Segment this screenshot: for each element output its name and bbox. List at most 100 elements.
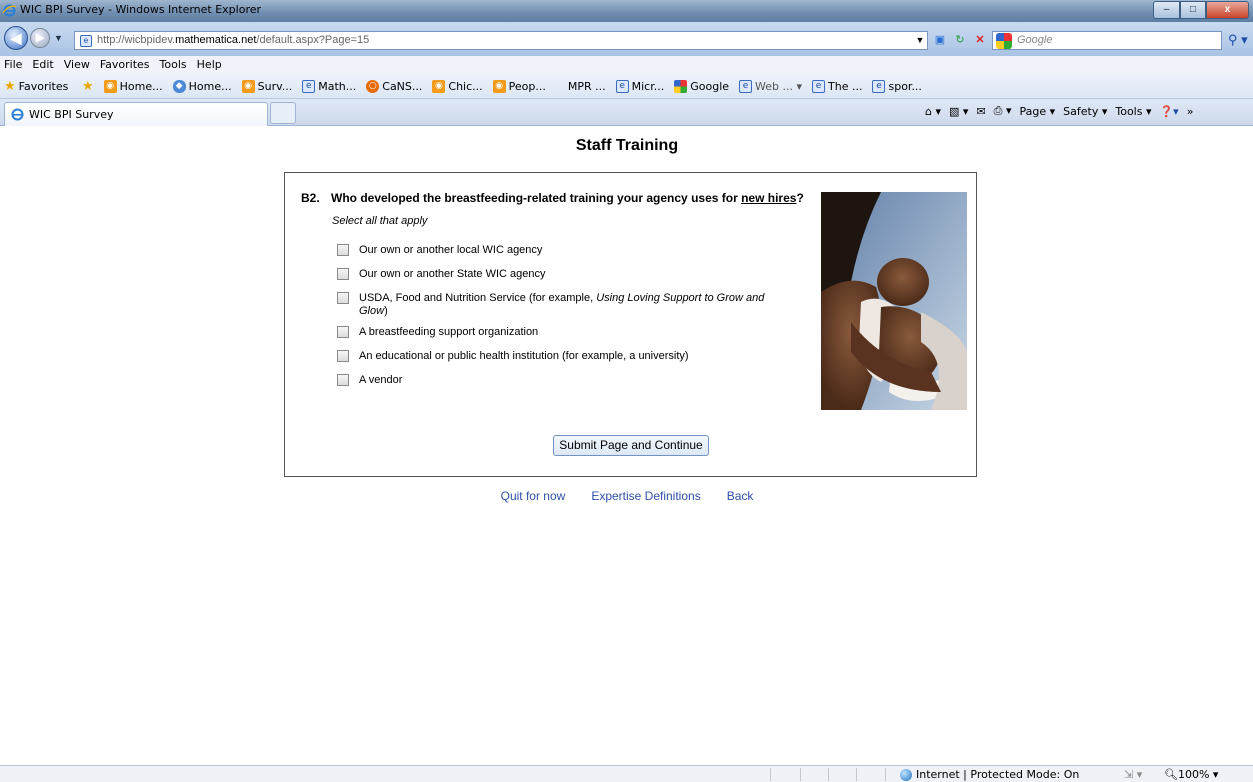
site-icon: ◆: [172, 80, 186, 93]
rss-icon: ◉: [432, 80, 446, 93]
address-dropdown-icon[interactable]: ▼: [912, 32, 928, 48]
forward-button[interactable]: ▶: [30, 28, 50, 48]
add-to-favorites-bar-icon[interactable]: ★: [82, 79, 94, 94]
browser-window: WIC BPI Survey - Windows Internet Explor…: [0, 0, 1253, 782]
search-placeholder: Google: [1017, 34, 1053, 46]
window-title: WIC BPI Survey - Windows Internet Explor…: [20, 3, 262, 16]
security-zone[interactable]: Internet | Protected Mode: On: [900, 768, 1079, 781]
zoom-icon: 🔍︎: [1164, 768, 1178, 781]
option-local-wic-agency[interactable]: Our own or another local WIC agency: [337, 244, 777, 257]
page-content: Staff Training B2. Who developed the bre…: [7, 127, 1247, 763]
url-text: http://wicbpidev.mathematica.net/default…: [97, 34, 370, 46]
page-icon: e: [80, 35, 92, 47]
minimize-button[interactable]: –: [1153, 1, 1180, 19]
home-icon[interactable]: ⌂ ▾: [925, 105, 941, 118]
favorite-link[interactable]: e Micr...: [615, 79, 664, 94]
expertise-definitions-link[interactable]: Expertise Definitions: [591, 489, 700, 503]
footer-links: Quit for now Expertise Definitions Back: [7, 489, 1247, 503]
favorite-link[interactable]: Google: [674, 79, 729, 94]
page-icon: e: [872, 80, 886, 93]
menu-favorites[interactable]: Favorites: [100, 56, 150, 73]
pop-up-blocker-icon[interactable]: ⇲ ▾: [1124, 768, 1142, 781]
favorite-link[interactable]: MPR ...: [568, 79, 606, 94]
favorite-link[interactable]: ◉ Peop...: [492, 79, 546, 94]
checkbox[interactable]: [337, 244, 349, 256]
page-icon: e: [739, 80, 753, 93]
favorite-link[interactable]: e Web ... ▾: [739, 79, 802, 94]
submit-page-button[interactable]: Submit Page and Continue: [553, 435, 709, 456]
question-text: Who developed the breastfeeding-related …: [331, 191, 804, 205]
favorites-bar: ★ Favorites ★ ◉ Home... ◆ Home... ◉ Surv...…: [0, 73, 1253, 99]
checkbox[interactable]: [337, 268, 349, 280]
page-title: Staff Training: [575, 137, 679, 154]
mother-and-baby-photo: [821, 192, 967, 410]
zoom-control[interactable]: 🔍︎100% ▾: [1164, 768, 1218, 781]
checkbox[interactable]: [337, 292, 349, 304]
checkbox[interactable]: [337, 374, 349, 386]
command-bar: ⌂ ▾ ▧ ▾ ✉ ⎙ ▾ Page ▾ Safety ▾ Tools ▾ ❓▾…: [925, 104, 1193, 118]
menu-view[interactable]: View: [64, 56, 90, 73]
ie-logo-icon: [3, 4, 16, 17]
title-bar: WIC BPI Survey - Windows Internet Explor…: [0, 0, 1253, 22]
favorite-link[interactable]: ◆ Home...: [172, 79, 232, 94]
tools-menu[interactable]: Tools ▾: [1115, 105, 1151, 118]
search-icon[interactable]: ⚲ ▾: [1228, 32, 1248, 48]
checkbox[interactable]: [337, 350, 349, 362]
rss-icon: ◉: [492, 80, 506, 93]
favorites-star-icon: ★: [4, 79, 16, 94]
option-state-wic-agency[interactable]: Our own or another State WIC agency: [337, 268, 777, 281]
menu-edit[interactable]: Edit: [32, 56, 53, 73]
question-instruction: Select all that apply: [332, 215, 428, 227]
address-field[interactable]: e http://wicbpidev.mathematica.net/defau…: [74, 31, 928, 50]
compatibility-view-icon[interactable]: ▣: [932, 32, 948, 48]
checkbox[interactable]: [337, 326, 349, 338]
favorite-link[interactable]: ○ CaNS...: [366, 79, 422, 94]
recent-pages-dropdown-icon[interactable]: ▼: [54, 33, 63, 43]
menu-tools[interactable]: Tools: [160, 56, 187, 73]
feeds-icon[interactable]: ▧ ▾: [949, 105, 968, 118]
menu-bar: File Edit View Favorites Tools Help: [0, 56, 1253, 73]
stop-icon[interactable]: ✕: [972, 32, 988, 48]
favorite-link[interactable]: e Math...: [302, 79, 356, 94]
back-link[interactable]: Back: [727, 489, 754, 503]
close-button[interactable]: x: [1206, 1, 1249, 19]
google-icon: [674, 80, 688, 93]
mail-icon[interactable]: ✉: [976, 105, 985, 118]
print-icon[interactable]: ⎙ ▾: [994, 104, 1012, 118]
page-menu[interactable]: Page ▾: [1019, 105, 1055, 118]
help-icon[interactable]: ❓▾: [1159, 105, 1178, 118]
ie-logo-icon: [11, 108, 24, 121]
page-icon: e: [615, 80, 629, 93]
safety-menu[interactable]: Safety ▾: [1063, 105, 1107, 118]
question-panel: B2. Who developed the breastfeeding-rela…: [284, 172, 977, 477]
globe-icon: [900, 768, 912, 781]
favorite-link[interactable]: e spor...: [872, 79, 922, 94]
page-icon: e: [302, 80, 316, 93]
option-breastfeeding-support-org[interactable]: A breastfeeding support organization: [337, 326, 777, 339]
tab-wic-bpi-survey[interactable]: WIC BPI Survey: [4, 102, 268, 126]
maximize-button[interactable]: □: [1180, 1, 1206, 19]
new-tab-button[interactable]: [270, 102, 296, 124]
back-button[interactable]: ◀: [4, 26, 28, 50]
menu-file[interactable]: File: [4, 56, 22, 73]
site-icon: ○: [366, 80, 380, 93]
menu-help[interactable]: Help: [197, 56, 222, 73]
option-educational-institution[interactable]: An educational or public health institut…: [337, 350, 777, 363]
favorite-link[interactable]: ◉ Chic...: [432, 79, 483, 94]
option-usda-fns[interactable]: USDA, Food and Nutrition Service (for ex…: [337, 292, 777, 318]
address-row: ◀ ▶ ▼ e http://wicbpidev.mathematica.net…: [0, 22, 1253, 56]
favorite-link[interactable]: ◉ Surv...: [241, 79, 292, 94]
google-search-provider-icon: [996, 33, 1012, 49]
page-icon: e: [812, 80, 826, 93]
refresh-icon[interactable]: ↻: [952, 32, 968, 48]
chevron-more-icon[interactable]: »: [1187, 105, 1194, 118]
search-input[interactable]: Google: [992, 31, 1222, 50]
option-vendor[interactable]: A vendor: [337, 374, 777, 387]
rss-icon: ◉: [241, 80, 255, 93]
status-bar: Internet | Protected Mode: On ⇲ ▾ 🔍︎100%…: [0, 765, 1253, 782]
quit-for-now-link[interactable]: Quit for now: [501, 489, 566, 503]
favorite-link[interactable]: e The ...: [812, 79, 862, 94]
favorite-link[interactable]: ◉ Home...: [103, 79, 163, 94]
favorites-button[interactable]: ★ Favorites: [4, 79, 68, 94]
question-number: B2.: [301, 191, 320, 205]
